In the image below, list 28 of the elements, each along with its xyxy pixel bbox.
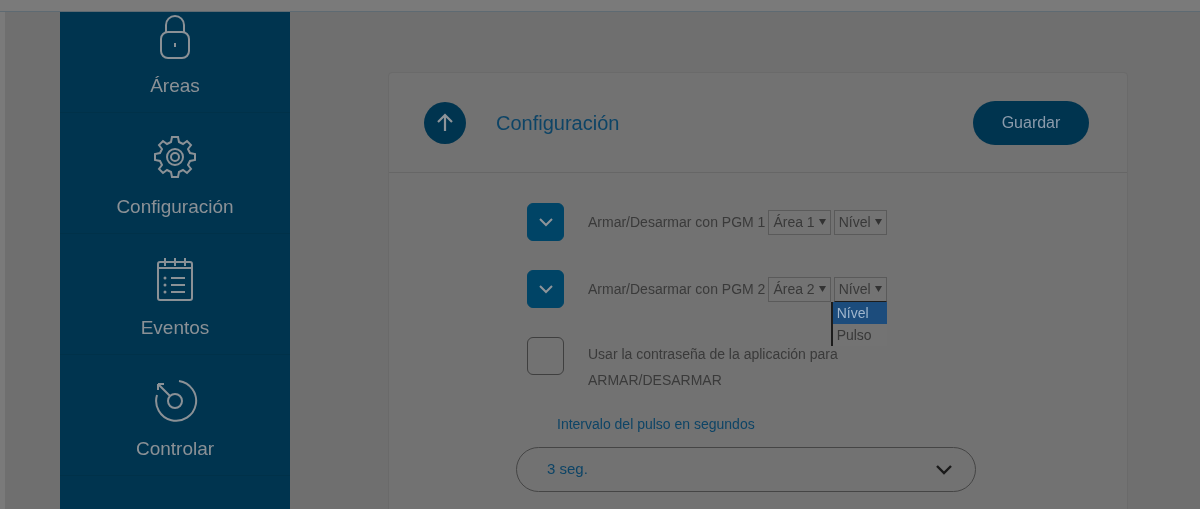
check-icon xyxy=(538,284,553,294)
area-select[interactable]: Área 1 xyxy=(768,209,831,235)
option-label: Usar la contraseña de la aplicación para ARMAR/DESARMAR xyxy=(588,345,839,390)
collapse-button[interactable] xyxy=(424,101,466,144)
settings-icon xyxy=(152,133,198,181)
sidebar-item[interactable]: Controlar xyxy=(60,355,290,476)
area-select[interactable]: Área 2 xyxy=(768,276,831,302)
save-button[interactable]: Guardar xyxy=(973,100,1089,145)
checkbox[interactable] xyxy=(527,337,564,375)
checkbox[interactable] xyxy=(527,270,564,308)
panel-title: Configuración xyxy=(496,110,620,136)
option-label: Armar/Desarmar con PGM 1 xyxy=(588,213,766,232)
dropdown-option[interactable]: Pulso xyxy=(832,323,887,346)
dropdown-option[interactable]: Nível xyxy=(832,301,887,324)
mode-select[interactable]: Nível xyxy=(833,276,887,302)
sidebar-item[interactable]: Eventos xyxy=(60,234,290,355)
field-label: Intervalo del pulso en segundos xyxy=(557,415,756,434)
caret-icon xyxy=(818,219,826,225)
chevron-down-icon xyxy=(935,464,953,475)
sidebar-item[interactable]: Configuración xyxy=(60,113,290,234)
check-icon xyxy=(538,217,553,227)
sidebar-item[interactable]: Áreas xyxy=(60,12,290,113)
option-label: Armar/Desarmar con PGM 2 xyxy=(588,280,766,299)
caret-icon xyxy=(818,286,826,292)
checkbox[interactable] xyxy=(527,203,564,241)
caret-icon xyxy=(874,286,882,292)
mode-select[interactable]: Nível xyxy=(833,209,887,235)
caret-icon xyxy=(874,219,882,225)
